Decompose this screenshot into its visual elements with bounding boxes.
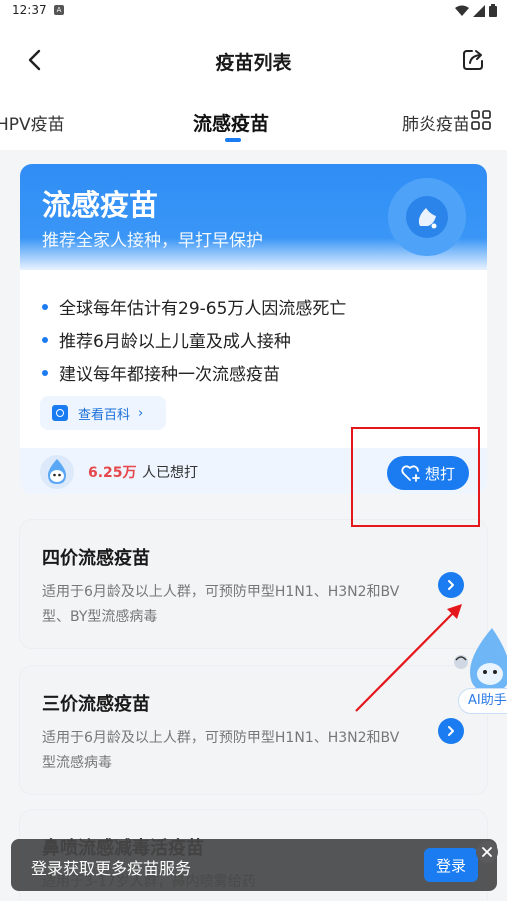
- want-text: 人已想打: [142, 465, 198, 481]
- ai-assistant-label[interactable]: AI助手: [458, 688, 507, 714]
- status-time: 12:37: [12, 3, 47, 17]
- login-banner: 登录获取更多疫苗服务 登录: [11, 839, 497, 891]
- tab-flu[interactable]: 流感疫苗: [193, 109, 269, 136]
- view-wiki-label: 查看百科: [78, 407, 131, 423]
- vaccine-card-quadrivalent[interactable]: 四价流感疫苗 适用于6月龄及以上人群，可预防甲型H1N1、H3N2和BV型、BY…: [20, 520, 487, 648]
- view-wiki-button[interactable]: 查看百科 ›: [40, 396, 166, 430]
- close-icon[interactable]: [476, 841, 498, 863]
- vaccine-detail-button[interactable]: [438, 718, 464, 744]
- signal-icon: [473, 4, 485, 17]
- system-icons: [455, 4, 497, 17]
- status-bar: 12:37 A: [0, 0, 507, 24]
- list-item: 推荐6月龄以上儿童及成人接种: [42, 323, 346, 356]
- annotation-highlight-box: [351, 427, 480, 527]
- vaccine-title: 四价流感疫苗: [42, 548, 150, 569]
- page-title: 疫苗列表: [215, 52, 292, 74]
- vaccine-title: 三价流感疫苗: [42, 694, 150, 715]
- vaccine-detail-button[interactable]: [438, 572, 464, 598]
- hero-subtitle: 推荐全家人接种，早打早保护: [42, 231, 263, 251]
- list-item: 建议每年都接种一次流感疫苗: [42, 356, 346, 389]
- vaccine-tabs: HPV疫苗 流感疫苗 肺炎疫苗: [0, 100, 507, 150]
- login-banner-text: 登录获取更多疫苗服务: [31, 859, 192, 878]
- vaccine-card-trivalent[interactable]: 三价流感疫苗 适用于6月龄及以上人群，可预防甲型H1N1、H3N2和BV型流感病…: [20, 666, 487, 794]
- info-bullets: 全球每年估计有29-65万人因流感死亡 推荐6月龄以上儿童及成人接种 建议每年都…: [42, 290, 346, 389]
- navigation-bar: 疫苗列表: [0, 38, 507, 82]
- login-button[interactable]: 登录: [424, 848, 478, 882]
- chevron-right-icon: ›: [138, 405, 144, 421]
- share-button[interactable]: [459, 46, 487, 74]
- chevron-right-icon: [448, 726, 454, 736]
- list-item: 全球每年估计有29-65万人因流感死亡: [42, 290, 346, 323]
- wifi-icon: [455, 5, 469, 16]
- hero-title: 流感疫苗: [42, 188, 159, 222]
- vaccine-drop-icon: [388, 178, 466, 256]
- mascot-avatar-icon: [40, 455, 74, 489]
- chevron-right-icon: [448, 580, 454, 590]
- tab-hpv[interactable]: HPV疫苗: [0, 110, 65, 135]
- vaccine-description: 适用于6月龄及以上人群，可预防甲型H1N1、H3N2和BV型流感病毒: [42, 730, 400, 771]
- share-icon: [463, 50, 483, 70]
- want-count: 6.25万: [88, 465, 137, 481]
- vaccine-description: 适用于6月龄及以上人群，可预防甲型H1N1、H3N2和BV型、BY型流感病毒: [42, 584, 400, 625]
- notification-icon: A: [54, 5, 64, 15]
- tab-pneumonia[interactable]: 肺炎疫苗: [402, 110, 468, 135]
- hero-banner: 流感疫苗 推荐全家人接种，早打早保护: [20, 164, 487, 270]
- grid-icon[interactable]: [471, 110, 491, 130]
- active-tab-indicator: [225, 138, 241, 142]
- battery-icon: [489, 4, 497, 17]
- encyclopedia-icon: [52, 405, 68, 421]
